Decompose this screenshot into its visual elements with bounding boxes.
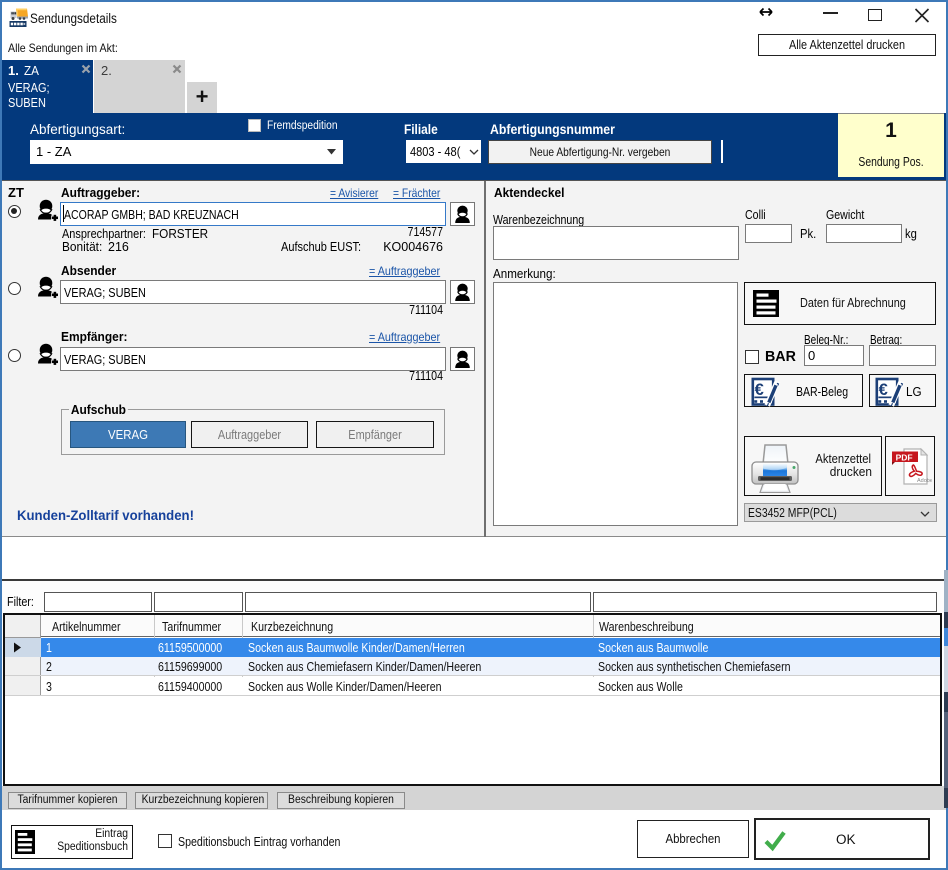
svg-text:PDF: PDF <box>896 452 913 462</box>
svg-text:Adobe: Adobe <box>917 478 932 484</box>
svg-text:€: € <box>879 381 888 399</box>
svg-text:€: € <box>755 381 764 399</box>
